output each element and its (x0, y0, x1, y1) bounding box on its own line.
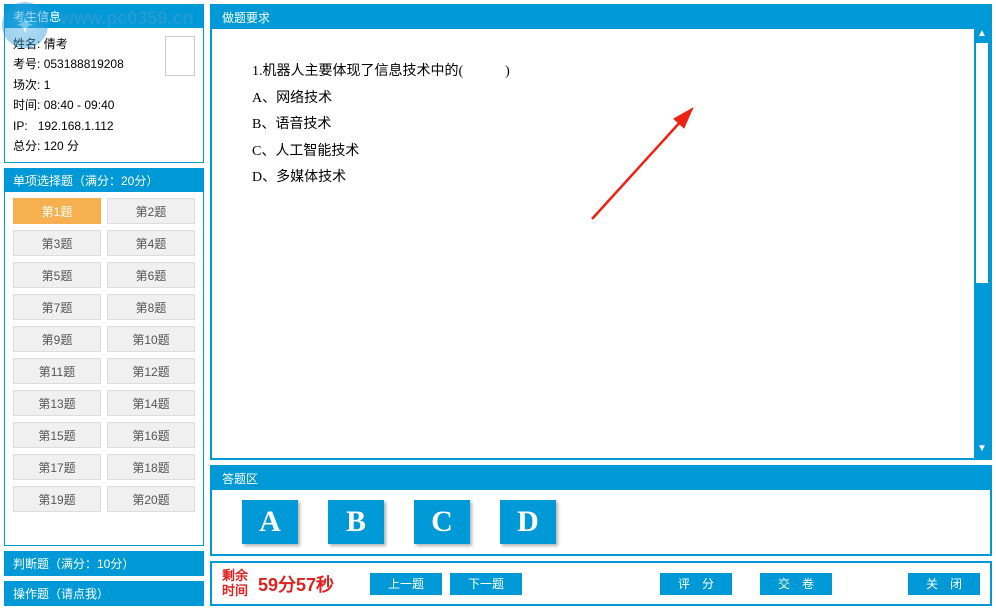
answer-panel: 答题区 ABCD (210, 465, 992, 556)
scroll-track[interactable] (974, 43, 990, 442)
bottom-bar: 剩余 时间 59分57秒 上一题 下一题 评 分 交 卷 关 闭 (210, 561, 992, 606)
scroll-up-icon[interactable]: ▲ (974, 27, 990, 43)
option-a: A、网络技术 (252, 86, 950, 113)
session-label: 场次: (13, 78, 40, 92)
question-nav-button-15[interactable]: 第15题 (13, 422, 101, 448)
question-nav-button-1[interactable]: 第1题 (13, 198, 101, 224)
next-question-button[interactable]: 下一题 (450, 573, 522, 595)
question-nav-grid: 第1题第2题第3题第4题第5题第6题第7题第8题第9题第10题第11题第12题第… (5, 192, 203, 524)
question-area: 做题要求 1.机器人主要体现了信息技术中的( ) A、网络技术 B、语音技术 C… (210, 4, 992, 460)
id-label: 考号: (13, 57, 40, 71)
time-value: 08:40 - 09:40 (44, 98, 115, 112)
prev-question-button[interactable]: 上一题 (370, 573, 442, 595)
total-label: 总分: (13, 139, 40, 153)
total-value: 120 分 (44, 139, 79, 153)
candidate-info-panel: 考生信息 姓名: 倩考 考号: 053188819208 场次: 1 时间: 0… (4, 4, 204, 163)
question-stem: 1.机器人主要体现了信息技术中的( ) (252, 59, 950, 86)
answer-panel-title: 答题区 (212, 467, 990, 490)
question-nav-button-11[interactable]: 第11题 (13, 358, 101, 384)
score-button[interactable]: 评 分 (660, 573, 732, 595)
remaining-time-label: 剩余 时间 (222, 569, 248, 598)
question-area-title: 做题要求 (212, 6, 990, 29)
question-nav-button-12[interactable]: 第12题 (107, 358, 195, 384)
question-nav-button-19[interactable]: 第19题 (13, 486, 101, 512)
answer-option-b-button[interactable]: B (328, 500, 384, 544)
question-nav-button-20[interactable]: 第20题 (107, 486, 195, 512)
question-nav-button-14[interactable]: 第14题 (107, 390, 195, 416)
single-choice-header: 单项选择题（满分：20分） (5, 169, 203, 192)
option-d: D、多媒体技术 (252, 165, 950, 192)
ip-value: 192.168.1.112 (38, 119, 114, 133)
name-label: 姓名: (13, 37, 40, 51)
answer-option-a-button[interactable]: A (242, 500, 298, 544)
question-nav-button-6[interactable]: 第6题 (107, 262, 195, 288)
candidate-info-title: 考生信息 (5, 5, 203, 28)
vertical-scrollbar[interactable]: ▲ ▼ (974, 27, 990, 458)
single-choice-panel: 单项选择题（满分：20分） 第1题第2题第3题第4题第5题第6题第7题第8题第9… (4, 168, 204, 546)
judge-section-header[interactable]: 判断题（满分：10分） (4, 551, 204, 576)
operation-section-header[interactable]: 操作题（请点我） (4, 581, 204, 606)
candidate-photo (165, 36, 195, 76)
session-value: 1 (44, 78, 51, 92)
option-b: B、语音技术 (252, 112, 950, 139)
ip-label: IP: (13, 119, 28, 133)
question-nav-button-2[interactable]: 第2题 (107, 198, 195, 224)
question-content: 1.机器人主要体现了信息技术中的( ) A、网络技术 B、语音技术 C、人工智能… (212, 29, 990, 437)
question-nav-button-13[interactable]: 第13题 (13, 390, 101, 416)
question-nav-button-4[interactable]: 第4题 (107, 230, 195, 256)
question-nav-button-10[interactable]: 第10题 (107, 326, 195, 352)
time-label: 时间: (13, 98, 40, 112)
id-value: 053188819208 (44, 57, 124, 71)
remaining-time-value: 59分57秒 (258, 571, 334, 597)
question-nav-button-16[interactable]: 第16题 (107, 422, 195, 448)
option-c: C、人工智能技术 (252, 139, 950, 166)
question-nav-button-3[interactable]: 第3题 (13, 230, 101, 256)
answer-option-c-button[interactable]: C (414, 500, 470, 544)
answer-option-d-button[interactable]: D (500, 500, 556, 544)
question-nav-button-5[interactable]: 第5题 (13, 262, 101, 288)
question-nav-button-7[interactable]: 第7题 (13, 294, 101, 320)
name-value: 倩考 (44, 37, 68, 51)
question-nav-button-9[interactable]: 第9题 (13, 326, 101, 352)
question-nav-button-8[interactable]: 第8题 (107, 294, 195, 320)
scroll-thumb[interactable] (976, 43, 988, 283)
question-nav-button-17[interactable]: 第17题 (13, 454, 101, 480)
scroll-down-icon[interactable]: ▼ (974, 442, 990, 458)
question-nav-button-18[interactable]: 第18题 (107, 454, 195, 480)
submit-button[interactable]: 交 卷 (760, 573, 832, 595)
close-button[interactable]: 关 闭 (908, 573, 980, 595)
